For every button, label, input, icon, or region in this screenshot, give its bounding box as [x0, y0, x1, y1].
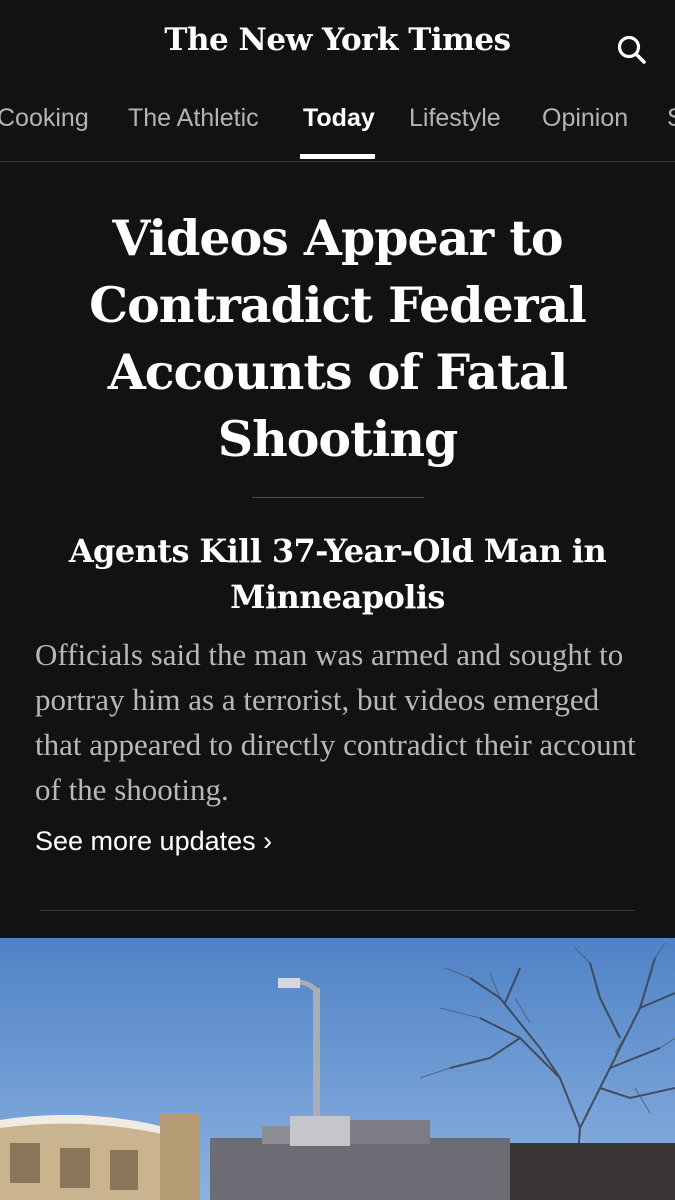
active-tab-indicator: [300, 154, 375, 159]
see-more-updates-link[interactable]: See more updates ›: [35, 826, 272, 857]
street-scene-image: [0, 938, 675, 1200]
article-headline[interactable]: Videos Appear to Contradict Federal Acco…: [40, 205, 635, 473]
article-summary: Officials said the man was armed and sou…: [35, 637, 636, 807]
tab-partial[interactable]: S: [667, 104, 675, 161]
article-subheadline[interactable]: Agents Kill 37-Year-Old Man in Minneapol…: [40, 528, 635, 620]
section-tabs: Cooking The Athletic Today Lifestyle Opi…: [0, 90, 675, 162]
tab-opinion[interactable]: Opinion: [542, 104, 628, 161]
tab-the-athletic[interactable]: The Athletic: [128, 104, 259, 161]
app-header: The New York Times: [0, 0, 675, 90]
search-icon: [617, 35, 646, 64]
tab-lifestyle[interactable]: Lifestyle: [409, 104, 501, 161]
tab-cooking[interactable]: Cooking: [0, 104, 89, 161]
nyt-logo[interactable]: The New York Times: [0, 22, 675, 58]
article-photo[interactable]: [0, 938, 675, 1200]
search-button[interactable]: [612, 30, 652, 70]
section-divider: [40, 910, 635, 911]
headline-divider: [252, 497, 424, 498]
